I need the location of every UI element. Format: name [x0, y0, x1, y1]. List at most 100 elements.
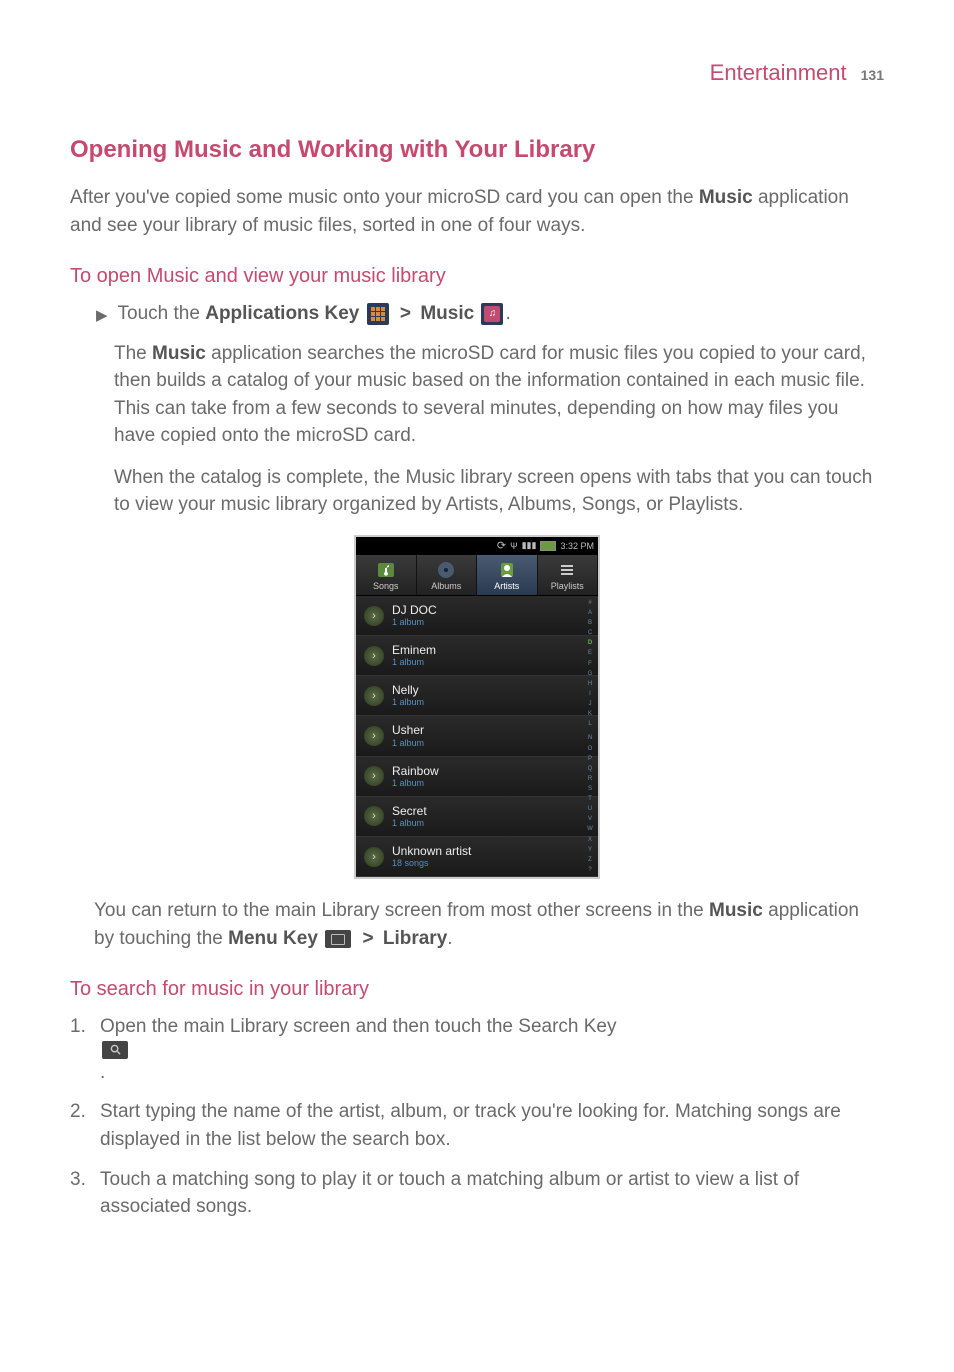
artist-sub: 1 album	[392, 738, 424, 748]
idx: U	[584, 806, 596, 812]
search-music-label: Music	[152, 343, 206, 364]
step-1-num: 1.	[70, 1013, 92, 1086]
idx: T	[584, 796, 596, 802]
idx: Q	[584, 766, 596, 772]
phone-artist-list: › DJ DOC 1 album › Eminem 1 album › Nell…	[356, 596, 598, 877]
idx: S	[584, 786, 596, 792]
page-header: Entertainment 131	[70, 60, 884, 86]
step-2-text: Start typing the name of the artist, alb…	[100, 1098, 884, 1153]
search-post: application searches the microSD card fo…	[114, 343, 866, 447]
tab-albums[interactable]: Albums	[417, 555, 478, 595]
music-label: Music	[420, 303, 474, 324]
gt-1: >	[395, 303, 417, 324]
tab-songs[interactable]: Songs	[356, 555, 417, 595]
idx: C	[584, 630, 596, 636]
list-item[interactable]: › Secret 1 album	[356, 797, 598, 837]
step-touch-apps: ▶ Touch the Applications Key > Music ♫.	[96, 300, 884, 328]
artists-icon	[497, 561, 517, 579]
idx: P	[584, 756, 596, 762]
menu-key-icon	[325, 930, 351, 948]
period-1: .	[505, 303, 510, 324]
artist-sub: 1 album	[392, 657, 436, 667]
chevron-right-icon: ›	[364, 847, 384, 867]
page-number: 131	[861, 67, 884, 83]
intro-music-label: Music	[699, 187, 753, 208]
chevron-right-icon: ›	[364, 806, 384, 826]
step-3-num: 3.	[70, 1166, 92, 1221]
battery-icon	[540, 541, 556, 551]
phone-screenshot: ⟳ Ψ ▮▮▮ 3:32 PM Songs Albums Artists Pla…	[354, 535, 600, 879]
usb-icon: Ψ	[510, 541, 518, 551]
artist-name: Eminem	[392, 644, 436, 657]
status-bar: ⟳ Ψ ▮▮▮ 3:32 PM	[356, 537, 598, 555]
step-3: 3. Touch a matching song to play it or t…	[70, 1166, 884, 1221]
status-time: 3:32 PM	[560, 541, 594, 551]
idx: E	[584, 650, 596, 656]
idx: R	[584, 776, 596, 782]
chevron-right-icon: ›	[364, 606, 384, 626]
idx: D	[584, 640, 596, 646]
para-music-search: The Music application searches the micro…	[114, 340, 884, 450]
idx: N	[584, 735, 596, 741]
tab-playlists[interactable]: Playlists	[538, 555, 599, 595]
para-catalog-complete: When the catalog is complete, the Music …	[114, 464, 884, 519]
artist-sub: 1 album	[392, 697, 424, 707]
idx: I	[584, 691, 596, 697]
list-item[interactable]: › Nelly 1 album	[356, 676, 598, 716]
list-item[interactable]: › Rainbow 1 album	[356, 757, 598, 797]
tab-songs-label: Songs	[373, 581, 399, 591]
intro-text-1: After you've copied some music onto your…	[70, 187, 699, 208]
chevron-right-icon: ›	[364, 686, 384, 706]
return-pre: You can return to the main Library scree…	[94, 900, 709, 921]
tab-playlists-label: Playlists	[551, 581, 584, 591]
list-item[interactable]: › Unknown artist 18 songs	[356, 837, 598, 877]
tab-artists[interactable]: Artists	[477, 555, 538, 595]
idx: A	[584, 610, 596, 616]
idx: #	[584, 600, 596, 606]
search-key-label: Search Key	[518, 1016, 616, 1037]
search-key-icon	[102, 1041, 128, 1059]
idx: J	[584, 701, 596, 707]
list-item[interactable]: › Eminem 1 album	[356, 636, 598, 676]
sync-icon: ⟳	[497, 539, 506, 552]
para-return-library: You can return to the main Library scree…	[94, 897, 884, 952]
step-3-text: Touch a matching song to play it or touc…	[100, 1166, 884, 1221]
playlists-icon	[557, 561, 577, 579]
step-2-num: 2.	[70, 1098, 92, 1153]
artist-sub: 18 songs	[392, 858, 471, 868]
period-2: .	[447, 928, 452, 949]
search-pre: The	[114, 343, 152, 364]
idx: Y	[584, 847, 596, 853]
idx: X	[584, 837, 596, 843]
idx: B	[584, 620, 596, 626]
music-icon: ♫	[481, 303, 503, 325]
chevron-right-icon: ›	[364, 646, 384, 666]
idx: O	[584, 746, 596, 752]
artist-name: DJ DOC	[392, 604, 437, 617]
step-2: 2. Start typing the name of the artist, …	[70, 1098, 884, 1153]
idx: F	[584, 661, 596, 667]
idx: H	[584, 681, 596, 687]
gt-2: >	[357, 928, 379, 949]
idx: L	[584, 721, 596, 727]
artist-name: Secret	[392, 805, 427, 818]
chevron-right-icon: ›	[364, 766, 384, 786]
heading-opening-music: Opening Music and Working with Your Libr…	[70, 136, 884, 164]
songs-icon	[376, 561, 396, 579]
applications-key-label: Applications Key	[205, 303, 359, 324]
chevron-right-icon: ›	[364, 726, 384, 746]
idx: Z	[584, 857, 596, 863]
idx: ?	[584, 867, 596, 873]
bullet-arrow-icon: ▶	[96, 306, 108, 324]
phone-tabs: Songs Albums Artists Playlists	[356, 555, 598, 596]
heading-to-open-music: To open Music and view your music librar…	[70, 265, 884, 288]
alpha-index[interactable]: # A B C D E F G H I J K L N O P Q R S T	[584, 600, 596, 873]
list-item[interactable]: › DJ DOC 1 album	[356, 596, 598, 636]
tab-artists-label: Artists	[494, 581, 519, 591]
artist-sub: 1 album	[392, 778, 439, 788]
step-touch-prefix: Touch the	[118, 303, 206, 324]
idx: W	[584, 826, 596, 832]
list-item[interactable]: › Usher 1 album	[356, 716, 598, 756]
library-label: Library	[383, 928, 447, 949]
heading-to-search: To search for music in your library	[70, 978, 884, 1001]
